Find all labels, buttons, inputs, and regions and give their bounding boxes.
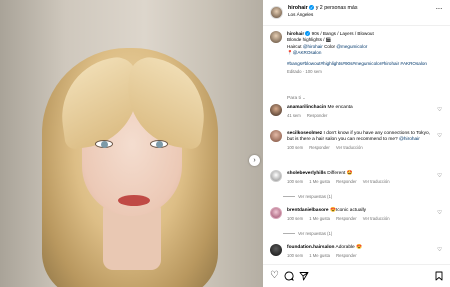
more-options-icon[interactable]: ··· [436, 5, 443, 13]
reply-button[interactable]: Responder [336, 253, 357, 258]
post-author-username[interactable]: hirohair [288, 5, 308, 11]
replies-divider [283, 233, 295, 234]
comment-meta: 41 sem Responder [287, 113, 437, 119]
mention-link[interactable]: @megumicolor [336, 44, 367, 49]
comment-icon[interactable] [284, 271, 294, 284]
comment-username[interactable]: anamarilinchacin [287, 105, 326, 110]
view-replies-label: Ver respuestas (1) [298, 194, 333, 199]
verified-badge-icon: ✓ [309, 5, 315, 10]
comment-meta: 100 sem Responder Ver traducción [287, 145, 437, 151]
comment-time[interactable]: 100 sem [287, 216, 303, 221]
view-replies-label: Ver respuestas (1) [298, 231, 333, 236]
post-location[interactable]: Los Ángeles [288, 12, 313, 17]
post-image-lips [118, 195, 150, 206]
post-image-eye-left [95, 140, 113, 148]
comment-body: anamarilinchacin Me encanta 41 sem Respo… [287, 105, 437, 119]
reply-button[interactable]: Responder [309, 145, 330, 150]
translate-button[interactable]: Ver traducción [336, 145, 363, 150]
comment-username[interactable]: brentdanielbasore [287, 208, 329, 213]
comment-text: Adorable 😍 [335, 245, 363, 250]
post-image-eye-right [150, 140, 168, 148]
comment-text: Different 🤩 [327, 171, 353, 176]
post-header: hirohair ✓ y 2 personas más Los Ángeles … [263, 0, 450, 26]
comment-body: brentdanielbasore 😍Iconic actually 100 s… [287, 208, 437, 222]
comment-filter-label: Para ti [287, 96, 301, 101]
comment-time[interactable]: 100 sem [287, 253, 303, 258]
avatar[interactable] [270, 31, 282, 43]
mention-link[interactable]: @hirohair [303, 44, 323, 49]
comment-meta: 100 sem 1 Me gusta Responder Ver traducc… [287, 179, 437, 185]
comment-meta: 100 sem 1 Me gusta Responder Ver traducc… [287, 216, 437, 222]
avatar[interactable] [270, 244, 282, 256]
post-side-panel: hirohair ✓ y 2 personas más Los Ángeles … [263, 0, 450, 287]
comment-username[interactable]: foundation.hairsalon [287, 245, 334, 250]
chevron-right-icon[interactable]: › [249, 155, 260, 166]
avatar[interactable] [270, 170, 282, 182]
heart-icon[interactable]: ♡ [437, 133, 442, 139]
caption-hashtags[interactable]: #bangs#blowout#highlights#90s#megumicolo… [287, 61, 445, 67]
comment-username[interactable]: sholebeverlyhills [287, 171, 326, 176]
heart-icon[interactable]: ♡ [437, 107, 442, 113]
share-icon[interactable] [299, 271, 309, 284]
heart-icon[interactable]: ♡ [437, 173, 442, 179]
caption-color-label: Color [324, 43, 336, 49]
bookmark-icon[interactable] [434, 271, 444, 284]
mention-link[interactable]: @hirohair [399, 137, 420, 142]
comment-time[interactable]: 41 sem [287, 113, 301, 118]
translate-button[interactable]: Ver traducción [363, 216, 390, 221]
comment-text: Me encanta [327, 105, 353, 110]
comment-likes[interactable]: 1 Me gusta [309, 179, 330, 184]
chevron-down-icon: ⌄ [302, 95, 306, 100]
heart-icon[interactable]: ♡ [270, 271, 279, 281]
view-replies-button[interactable]: Ver respuestas (1) [283, 194, 332, 199]
comment-text: 😍Iconic actually [329, 208, 367, 213]
replies-divider [283, 196, 295, 197]
caption-text: hirohair ✓ 90s / Bangs / Layers / Blowou… [287, 31, 445, 75]
heart-icon[interactable]: ♡ [437, 247, 442, 253]
comment-time[interactable]: 100 sem [287, 179, 303, 184]
avatar[interactable] [270, 104, 282, 116]
caption-line-1: 90s / Bangs / Layers / Blowout [311, 31, 374, 36]
post-author: hirohair ✓ y 2 personas más [288, 5, 358, 11]
reply-button[interactable]: Responder [307, 113, 328, 118]
comment-likes[interactable]: 1 Me gusta [309, 216, 330, 221]
caption-username[interactable]: hirohair [287, 31, 304, 36]
reply-button[interactable]: Responder [336, 179, 357, 184]
comment-likes[interactable]: 1 Me gusta [309, 253, 330, 258]
action-bar: ♡ [263, 264, 450, 287]
comment-body: foundation.hairsalon Adorable 😍 100 sem … [287, 245, 437, 259]
verified-badge-icon: ✓ [305, 31, 311, 36]
translate-button[interactable]: Ver traducción [363, 179, 390, 184]
reply-button[interactable]: Responder [336, 216, 357, 221]
comment-body: sholebeverlyhills Different 🤩 100 sem 1 … [287, 171, 437, 185]
heart-icon[interactable]: ♡ [437, 210, 442, 216]
comment-body: secilkoseolmez I don't know if you have … [287, 131, 437, 151]
comment-filter[interactable]: Para ti ⌄ [287, 95, 306, 101]
coauthor-text[interactable]: y 2 personas más [316, 5, 358, 11]
caption-haircut-label: Haircut [287, 43, 302, 49]
comment-meta: 100 sem 1 Me gusta Responder [287, 253, 437, 259]
view-replies-button[interactable]: Ver respuestas (1) [283, 231, 332, 236]
post-image[interactable]: › [0, 0, 263, 287]
comment-time[interactable]: 100 sem [287, 145, 303, 150]
comment-username[interactable]: secilkoseolmez [287, 131, 322, 136]
caption-meta: Editado · 100 sem [287, 69, 322, 75]
avatar[interactable] [270, 130, 282, 142]
avatar[interactable] [270, 207, 282, 219]
avatar[interactable] [270, 6, 283, 19]
